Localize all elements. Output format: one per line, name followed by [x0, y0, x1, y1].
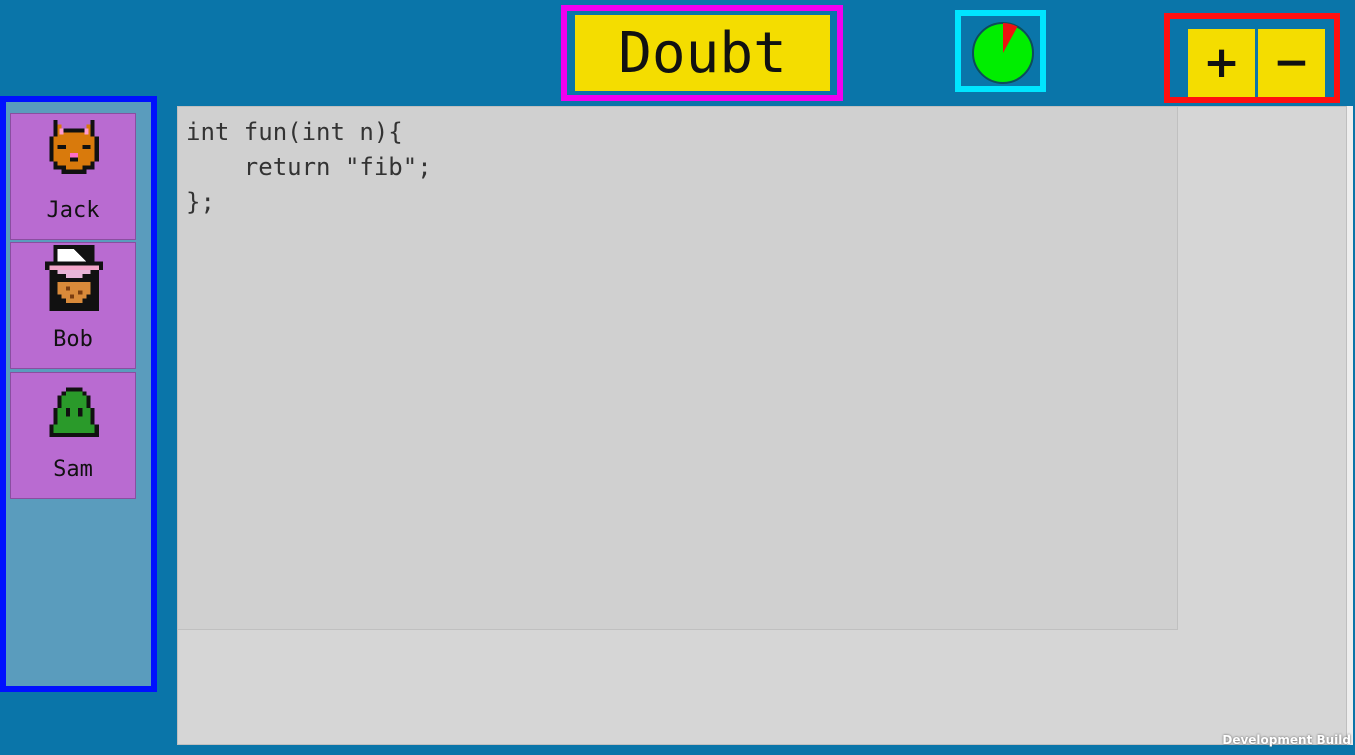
code-text: int fun(int n){ return "fib"; };: [186, 118, 432, 216]
player-card-jack[interactable]: Jack: [10, 113, 136, 240]
minus-icon: −: [1273, 37, 1310, 88]
plus-icon: +: [1203, 37, 1240, 88]
bearded-man-avatar-icon: [45, 245, 103, 311]
code-editor[interactable]: int fun(int n){ return "fib"; };: [178, 107, 1178, 630]
timer-pie: [972, 22, 1034, 84]
cat-avatar-icon: [49, 120, 99, 174]
player-name: Bob: [53, 327, 93, 352]
player-card-sam[interactable]: Sam: [10, 372, 136, 499]
doubt-button[interactable]: Doubt: [575, 15, 830, 91]
player-name: Sam: [53, 457, 93, 482]
zoom-in-button[interactable]: +: [1188, 29, 1255, 97]
player-name: Jack: [46, 198, 100, 223]
player-card-bob[interactable]: Bob: [10, 242, 136, 369]
development-build-label: Development Build: [1222, 733, 1351, 747]
editor-scrollbar[interactable]: [1347, 106, 1353, 745]
green-slime-avatar-icon: [49, 387, 99, 437]
zoom-out-button[interactable]: −: [1258, 29, 1325, 97]
